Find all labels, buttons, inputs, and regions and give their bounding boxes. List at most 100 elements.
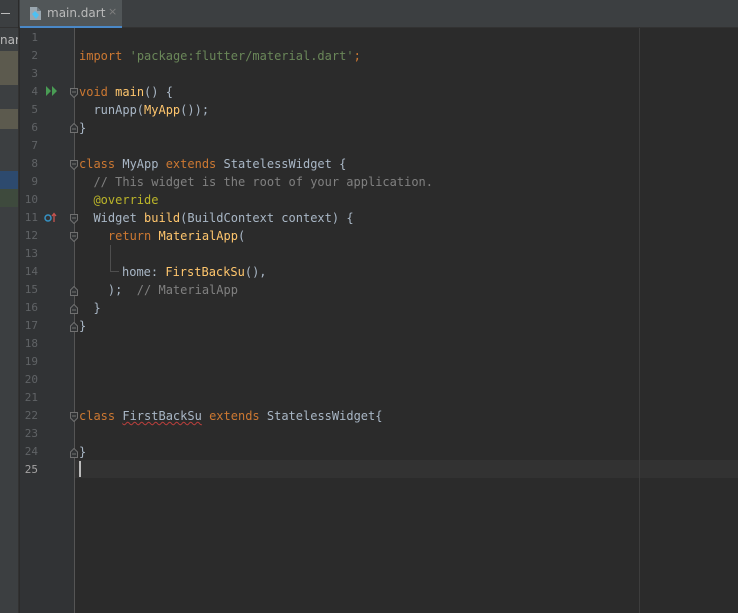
code-token: } [79, 445, 87, 459]
function-token: MyApp [144, 103, 181, 117]
code-line-5[interactable]: runApp(MyApp()); [79, 101, 209, 119]
code-line-2[interactable]: import 'package:flutter/material.dart'; [79, 47, 361, 65]
function-token: main [115, 85, 145, 99]
code-token: } [79, 301, 101, 315]
project-panel-row[interactable] [0, 171, 19, 189]
keyword-token: import [79, 49, 123, 63]
line-number: 23 [24, 427, 38, 440]
line-number: 17 [24, 319, 38, 332]
keyword-token: extends [209, 409, 260, 423]
closing-label-comment: // MaterialApp [136, 283, 238, 297]
line-number: 5 [31, 103, 38, 116]
run-icon[interactable] [46, 86, 58, 96]
string-token: 'package:flutter/material.dart' [129, 49, 354, 63]
line-number: 18 [24, 337, 38, 350]
project-panel-strip[interactable]: nar [0, 28, 19, 613]
function-token: MaterialApp [158, 229, 238, 243]
code-token: runApp( [79, 103, 145, 117]
keyword-token: void [79, 85, 108, 99]
fold-marker-icon[interactable] [70, 214, 78, 224]
line-number: 11 [24, 211, 38, 224]
code-line-24[interactable]: } [79, 443, 86, 461]
code-token: home: [122, 265, 166, 279]
line-number: 3 [31, 67, 38, 80]
function-token: build [144, 211, 181, 225]
function-token: FirstBackSu [165, 265, 245, 279]
tab-bar-divider [18, 0, 19, 28]
closing-label-guide [110, 271, 119, 272]
fold-marker-icon[interactable] [70, 448, 78, 458]
panel-border [18, 28, 19, 613]
fold-marker-icon[interactable] [70, 160, 78, 170]
project-panel-row[interactable] [0, 189, 19, 207]
code-token: MyApp [115, 157, 166, 171]
override-marker-icon[interactable] [44, 212, 58, 224]
fold-marker-icon[interactable] [70, 88, 78, 98]
fold-marker-icon[interactable] [70, 232, 78, 242]
project-panel-row[interactable] [0, 51, 19, 85]
code-line-15[interactable]: ); // MaterialApp [79, 281, 238, 299]
punctuation-token: ; [353, 49, 361, 63]
minimize-icon[interactable] [1, 13, 10, 14]
fold-marker-icon[interactable] [70, 412, 78, 422]
line-number: 20 [24, 373, 38, 386]
code-line-22[interactable]: class FirstBackSu extends StatelessWidge… [79, 407, 382, 425]
code-token: ( [237, 229, 246, 243]
close-icon[interactable]: × [108, 5, 117, 18]
code-line-16[interactable]: } [79, 299, 101, 317]
code-line-9[interactable]: // This widget is the root of your appli… [79, 173, 433, 191]
editor-tab-bar: main.dart × [0, 0, 738, 28]
code-line-8[interactable]: class MyApp extends StatelessWidget { [79, 155, 346, 173]
dart-file-icon [30, 7, 41, 20]
project-panel-row[interactable] [0, 109, 19, 129]
line-number: 6 [31, 121, 38, 134]
line-number: 7 [31, 139, 38, 152]
line-number: 19 [24, 355, 38, 368]
tab-main-dart[interactable]: main.dart × [20, 0, 122, 28]
code-token: () { [144, 85, 173, 99]
code-line-11[interactable]: Widget build(BuildContext context) { [79, 209, 353, 227]
line-number: 9 [31, 175, 38, 188]
code-line-4[interactable]: void main() { [79, 83, 173, 101]
closing-label-guide [110, 245, 111, 272]
comment-token: // This widget is the root of your appli… [79, 175, 434, 189]
code-token: ); [79, 283, 137, 297]
code-line-6[interactable]: } [79, 119, 86, 137]
line-number: 13 [24, 247, 38, 260]
fold-marker-icon[interactable] [70, 123, 78, 133]
line-number: 24 [24, 445, 38, 458]
code-line-10[interactable]: @override [79, 191, 158, 209]
code-token: (), [244, 265, 267, 279]
code-token: StatelessWidget { [216, 157, 347, 171]
line-number: 15 [24, 283, 38, 296]
line-number: 14 [24, 265, 38, 278]
fold-marker-icon[interactable] [70, 322, 78, 332]
text-caret [79, 461, 81, 477]
line-number: 1 [31, 31, 38, 44]
line-number-current: 25 [24, 463, 38, 476]
code-token: StatelessWidget{ [259, 409, 383, 423]
gutter-divider [74, 28, 75, 613]
keyword-token: return [107, 229, 152, 243]
keyword-token: extends [165, 157, 217, 171]
fold-marker-icon[interactable] [70, 304, 78, 314]
tab-label: main.dart [47, 6, 106, 20]
code-token: } [79, 121, 87, 135]
keyword-token: class [79, 409, 116, 423]
line-number: 4 [31, 85, 38, 98]
line-number: 2 [31, 49, 38, 62]
code-line-12[interactable]: return MaterialApp( [79, 227, 245, 245]
line-number: 16 [24, 301, 38, 314]
code-line-14[interactable]: home: FirstBackSu(), [122, 263, 267, 281]
line-number: 8 [31, 157, 38, 170]
code-token: } [79, 319, 87, 333]
code-line-17[interactable]: } [79, 317, 86, 335]
fold-marker-icon[interactable] [70, 286, 78, 296]
right-margin-guide [639, 28, 640, 613]
line-number: 22 [24, 409, 38, 422]
